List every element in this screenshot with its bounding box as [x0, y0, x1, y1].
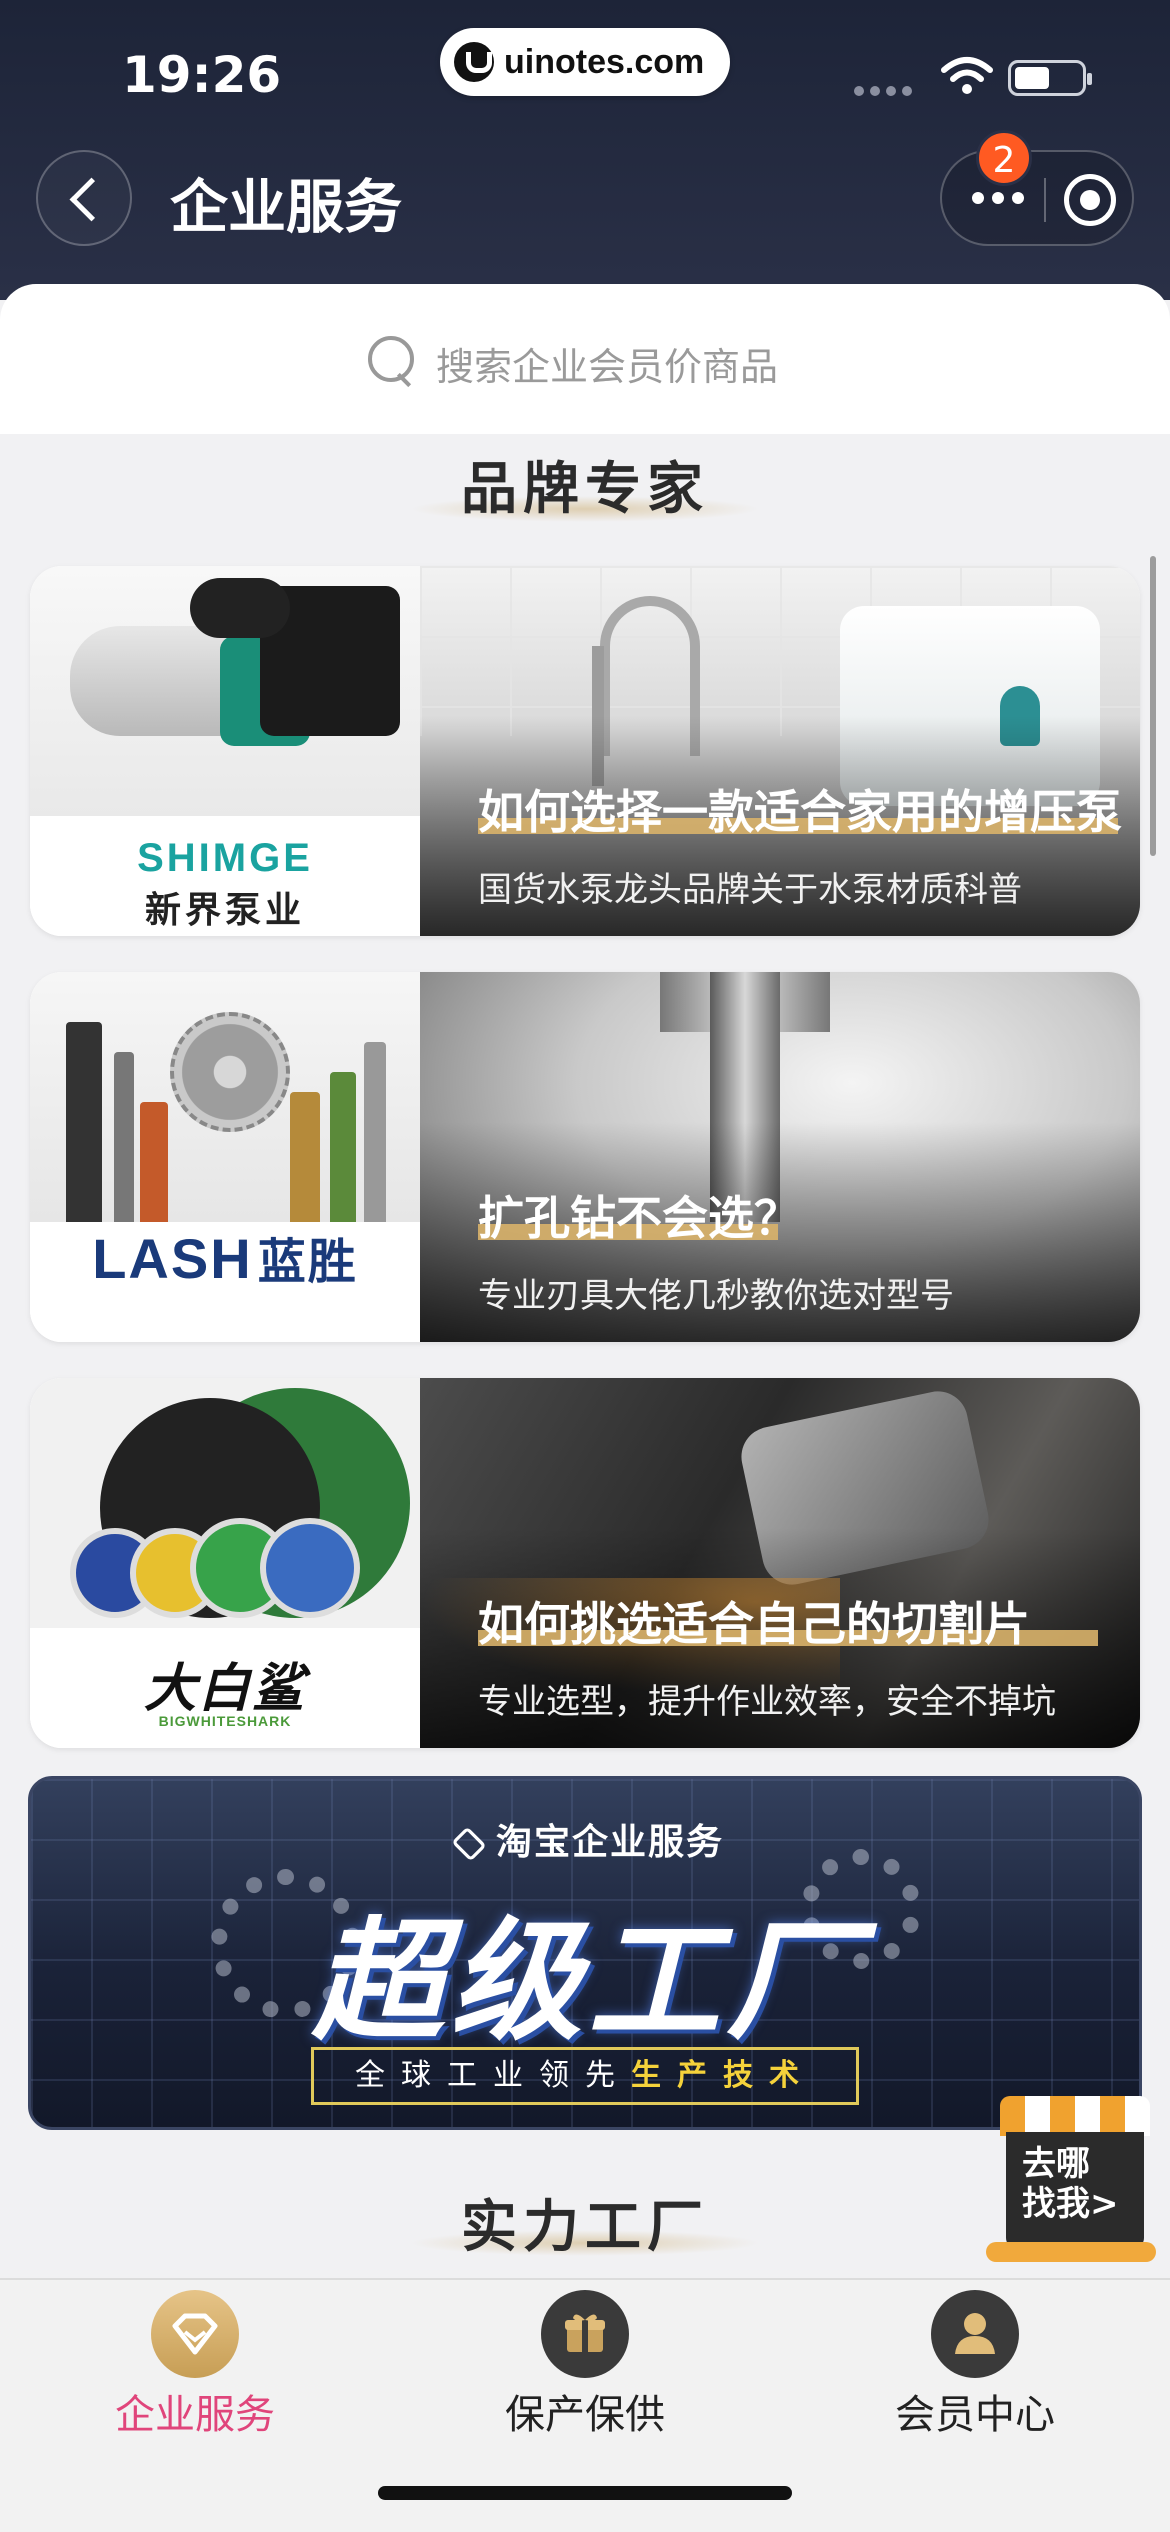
- card-subtitle: 专业刃具大佬几秒教你选对型号: [478, 1276, 954, 1316]
- status-time: 19:26: [122, 46, 282, 104]
- status-indicators: [850, 56, 1130, 96]
- scrollbar[interactable]: [1150, 556, 1156, 856]
- tab-supply-guarantee[interactable]: 保产保供: [390, 2280, 780, 2460]
- watermark-logo-icon: [454, 42, 494, 82]
- card-subtitle: 专业选型，提升作业效率，安全不掉坑: [478, 1682, 1056, 1722]
- section-title-brand-experts: 品牌专家: [461, 457, 709, 522]
- brand-logo-en: BIGWHITESHARK: [158, 1713, 292, 1729]
- brand-logo-en: LASH: [92, 1227, 253, 1290]
- brand-card-shimge[interactable]: SHIMGE 新界泵业 如何选择一款适合家用的增压泵 国货水泵龙头品牌关于水泵材…: [30, 566, 1140, 936]
- user-icon: [931, 2290, 1019, 2378]
- brand-card-bigwhiteshark[interactable]: 大白鲨 BIGWHITESHARK 如何挑选适合自己的切割片 专业选型，提升作业…: [30, 1378, 1140, 1748]
- search-placeholder: 搜索企业会员价商品: [436, 345, 779, 389]
- card-hero-image: 扩孔钻不会选？ 专业刃具大佬几秒教你选对型号: [420, 972, 1140, 1342]
- watermark-text: uinotes.com: [504, 42, 705, 81]
- watermark: uinotes.com: [440, 28, 730, 96]
- tab-label: 会员中心: [895, 2392, 1055, 2438]
- find-me-label: 去哪 找我>: [1022, 2144, 1119, 2224]
- brand-logo-en: SHIMGE: [137, 836, 313, 880]
- brand-card-lash[interactable]: LASH 蓝胜 扩孔钻不会选？ 专业刃具大佬几秒教你选对型号: [30, 972, 1140, 1342]
- card-subtitle: 国货水泵龙头品牌关于水泵材质科普: [478, 870, 1022, 910]
- diamond-icon: [151, 2290, 239, 2378]
- banner-brand: 淘宝企业服务: [31, 1813, 1139, 1865]
- shop-awning-icon: [1000, 2096, 1150, 2136]
- banner-title: 超级工厂: [312, 1905, 864, 2059]
- brand-logo: LASH 蓝胜: [30, 1222, 420, 1342]
- battery-icon: [1008, 60, 1092, 96]
- tab-enterprise-service[interactable]: 企业服务: [0, 2280, 390, 2460]
- page-title: 企业服务: [170, 173, 403, 241]
- tab-member-center[interactable]: 会员中心: [780, 2280, 1170, 2460]
- card-title: 如何挑选适合自己的切割片: [478, 1597, 1030, 1651]
- brand-logo-cn: 蓝胜: [257, 1236, 358, 1289]
- header: 19:26 uinotes.com 企业服务 2: [0, 0, 1170, 300]
- card-title: 如何选择一款适合家用的增压泵: [478, 785, 1122, 839]
- product-image: [30, 566, 420, 816]
- brand-logo: 大白鲨 BIGWHITESHARK: [30, 1628, 420, 1748]
- brand-logo-cn: 大白鲨: [143, 1659, 306, 1719]
- card-hero-image: 如何选择一款适合家用的增压泵 国货水泵龙头品牌关于水泵材质科普: [420, 566, 1140, 936]
- card-hero-image: 如何挑选适合自己的切割片 专业选型，提升作业效率，安全不掉坑: [420, 1378, 1140, 1748]
- home-indicator[interactable]: [378, 2486, 792, 2500]
- capsule-divider: [1044, 178, 1046, 222]
- search-icon: [368, 336, 416, 384]
- taobao-business-icon: [451, 1826, 487, 1862]
- card-title: 扩孔钻不会选？: [478, 1191, 800, 1245]
- notification-badge: 2: [976, 130, 1032, 186]
- super-factory-banner[interactable]: 淘宝企业服务 超级工厂 全球工业领先生产技术: [28, 1776, 1142, 2130]
- search-bar[interactable]: 搜索企业会员价商品: [0, 284, 1170, 434]
- brand-logo-cn: 新界泵业: [144, 890, 305, 931]
- tab-label: 保产保供: [505, 2392, 665, 2438]
- product-image: [30, 1378, 420, 1628]
- brand-panel: 大白鲨 BIGWHITESHARK: [30, 1378, 420, 1748]
- find-me-float-button[interactable]: 去哪 找我>: [980, 2096, 1160, 2266]
- brand-panel: SHIMGE 新界泵业: [30, 566, 420, 936]
- wifi-icon: [941, 57, 993, 94]
- brand-panel: LASH 蓝胜: [30, 972, 420, 1342]
- tab-label: 企业服务: [115, 2392, 275, 2438]
- gift-icon: [541, 2290, 629, 2378]
- signal-icon: [854, 86, 912, 96]
- mini-program-capsule: [940, 150, 1134, 246]
- more-icon[interactable]: [972, 192, 1024, 204]
- product-image: [30, 972, 420, 1222]
- brand-logo: SHIMGE 新界泵业: [30, 816, 420, 936]
- back-button[interactable]: [36, 150, 132, 246]
- close-target-icon[interactable]: [1064, 174, 1116, 226]
- banner-tagline: 全球工业领先生产技术: [311, 2047, 859, 2105]
